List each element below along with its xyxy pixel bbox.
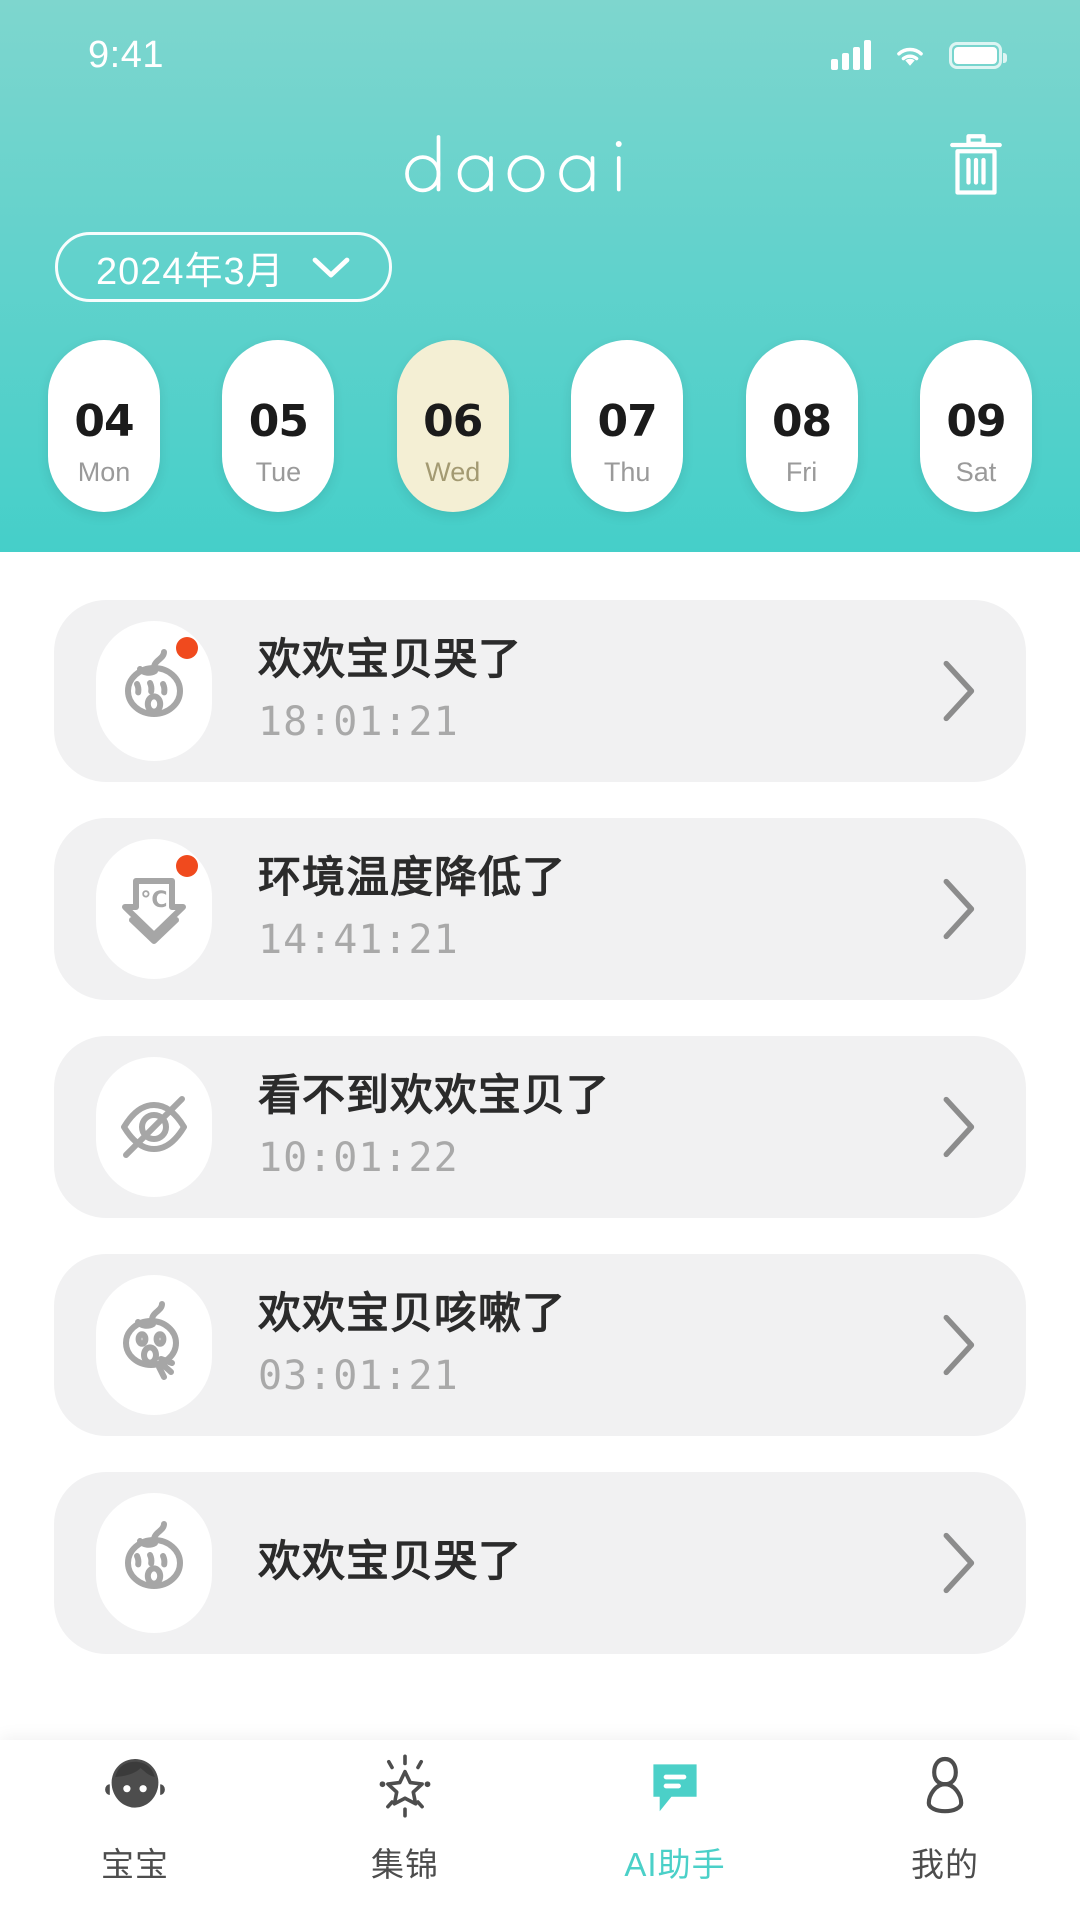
person-icon: [926, 1756, 964, 1814]
event-avatar: [96, 1057, 212, 1197]
day-chip-04[interactable]: 04 Mon: [48, 340, 160, 512]
event-title: 欢欢宝贝哭了: [258, 1538, 522, 1587]
event-card[interactable]: 欢欢宝贝咳嗽了 03:01:21: [54, 1254, 1026, 1436]
chat-bubble-icon: [653, 1764, 697, 1812]
day-number: 06: [423, 396, 483, 447]
event-text: 欢欢宝贝哭了 18:01:21: [258, 636, 940, 745]
tab-icon: [909, 1748, 981, 1824]
event-time: 03:01:21: [258, 1352, 459, 1399]
event-title: 环境温度降低了: [258, 854, 566, 903]
event-chevron[interactable]: [940, 659, 980, 723]
event-time: 14:41:21: [258, 916, 459, 963]
day-number: 05: [248, 396, 309, 447]
event-title: 看不到欢欢宝贝了: [258, 1072, 610, 1121]
event-card[interactable]: °C 环境温度降低了 14:41:21: [54, 818, 1026, 1000]
app-header: 9:41 2024年3月 04 Mon 05 Tue 06 Wed 07 Thu…: [0, 0, 1080, 552]
tab-chat-bubble[interactable]: AI助手: [540, 1740, 810, 1920]
day-weekday: Wed: [425, 457, 481, 487]
coughing-baby-icon: [123, 1301, 179, 1380]
event-card[interactable]: 欢欢宝贝哭了: [54, 1472, 1026, 1654]
unread-badge: [176, 855, 198, 877]
month-label: 2024年3月: [96, 250, 285, 293]
tab-label: 集锦: [371, 1846, 439, 1883]
brand-logo-daoai: [405, 135, 622, 193]
tab-icon: [639, 1748, 711, 1824]
event-chevron[interactable]: [940, 1531, 980, 1595]
event-chevron[interactable]: [940, 1095, 980, 1159]
day-weekday: Mon: [77, 457, 131, 487]
day-weekday: Fri: [785, 457, 818, 487]
status-bar: 9:41: [0, 0, 1080, 110]
day-strip: 04 Mon 05 Tue 06 Wed 07 Thu 08 Fri 09 Sa…: [0, 340, 1080, 512]
event-avatar: [96, 1275, 212, 1415]
day-chip-06[interactable]: 06 Wed: [396, 340, 509, 512]
day-weekday: Thu: [603, 457, 651, 487]
battery-icon: [949, 41, 1007, 69]
wifi-icon: [897, 47, 923, 66]
event-chevron[interactable]: [940, 877, 980, 941]
day-weekday: Tue: [255, 457, 302, 487]
event-card[interactable]: 欢欢宝贝哭了 18:01:21: [54, 600, 1026, 782]
bottom-tab-bar: 宝宝 集锦 AI助手 我的: [0, 1740, 1080, 1920]
crying-baby-icon: [125, 1521, 183, 1589]
baby-face-icon: [105, 1759, 165, 1808]
tab-label: AI助手: [624, 1846, 726, 1883]
status-bar-time: 9:41: [88, 33, 164, 76]
chevron-right-icon: [943, 1314, 975, 1376]
event-text: 环境温度降低了 14:41:21: [258, 854, 940, 963]
tab-baby-face[interactable]: 宝宝: [0, 1740, 270, 1920]
tab-label: 宝宝: [101, 1846, 169, 1883]
chevron-down-icon: [312, 257, 350, 278]
tab-icon: [99, 1748, 171, 1824]
event-chevron[interactable]: [940, 1313, 980, 1377]
chevron-right-icon: [943, 878, 975, 940]
event-title: 欢欢宝贝咳嗽了: [258, 1290, 566, 1339]
eye-off-icon: [121, 1096, 187, 1158]
event-text: 欢欢宝贝哭了: [258, 1538, 940, 1587]
day-chip-07[interactable]: 07 Thu: [571, 340, 684, 512]
day-chip-05[interactable]: 05 Tue: [222, 340, 335, 512]
tab-person[interactable]: 我的: [810, 1740, 1080, 1920]
month-selector[interactable]: 2024年3月: [55, 232, 392, 302]
chevron-right-icon: [943, 660, 975, 722]
event-text: 欢欢宝贝咳嗽了 03:01:21: [258, 1290, 940, 1399]
sparkle-star-icon: [379, 1754, 431, 1818]
event-text: 看不到欢欢宝贝了 10:01:22: [258, 1072, 940, 1181]
event-avatar: °C: [96, 839, 212, 979]
day-chip-08[interactable]: 08 Fri: [745, 340, 858, 512]
trash-icon: [950, 134, 1002, 195]
month-selector-wrap: 2024年3月: [55, 232, 392, 302]
day-number: 09: [946, 396, 1006, 447]
chevron-right-icon: [943, 1096, 975, 1158]
day-number: 04: [74, 396, 134, 447]
event-time: 10:01:22: [258, 1134, 459, 1181]
day-weekday: Sat: [955, 457, 997, 487]
event-title: 欢欢宝贝哭了: [258, 636, 522, 685]
title-bar: [0, 110, 1080, 220]
cellular-signal-icon: [831, 40, 871, 70]
event-card[interactable]: 看不到欢欢宝贝了 10:01:22: [54, 1036, 1026, 1218]
tab-label: 我的: [911, 1846, 979, 1883]
event-avatar: [96, 1493, 212, 1633]
status-bar-icons: [831, 40, 1007, 70]
day-number: 07: [597, 396, 658, 447]
tab-icon: [369, 1748, 441, 1824]
event-time: 18:01:21: [258, 698, 459, 745]
tab-sparkle-star[interactable]: 集锦: [270, 1740, 540, 1920]
unread-badge: [176, 637, 198, 659]
delete-button[interactable]: [934, 123, 1018, 207]
event-avatar: [96, 621, 212, 761]
svg-text:°C: °C: [140, 888, 167, 913]
day-chip-09[interactable]: 09 Sat: [919, 340, 1032, 512]
day-number: 08: [771, 396, 832, 447]
chevron-right-icon: [943, 1532, 975, 1594]
event-list[interactable]: 欢欢宝贝哭了 18:01:21 °C 环境温度降低了 14:41:21 看不到欢…: [0, 552, 1080, 1852]
